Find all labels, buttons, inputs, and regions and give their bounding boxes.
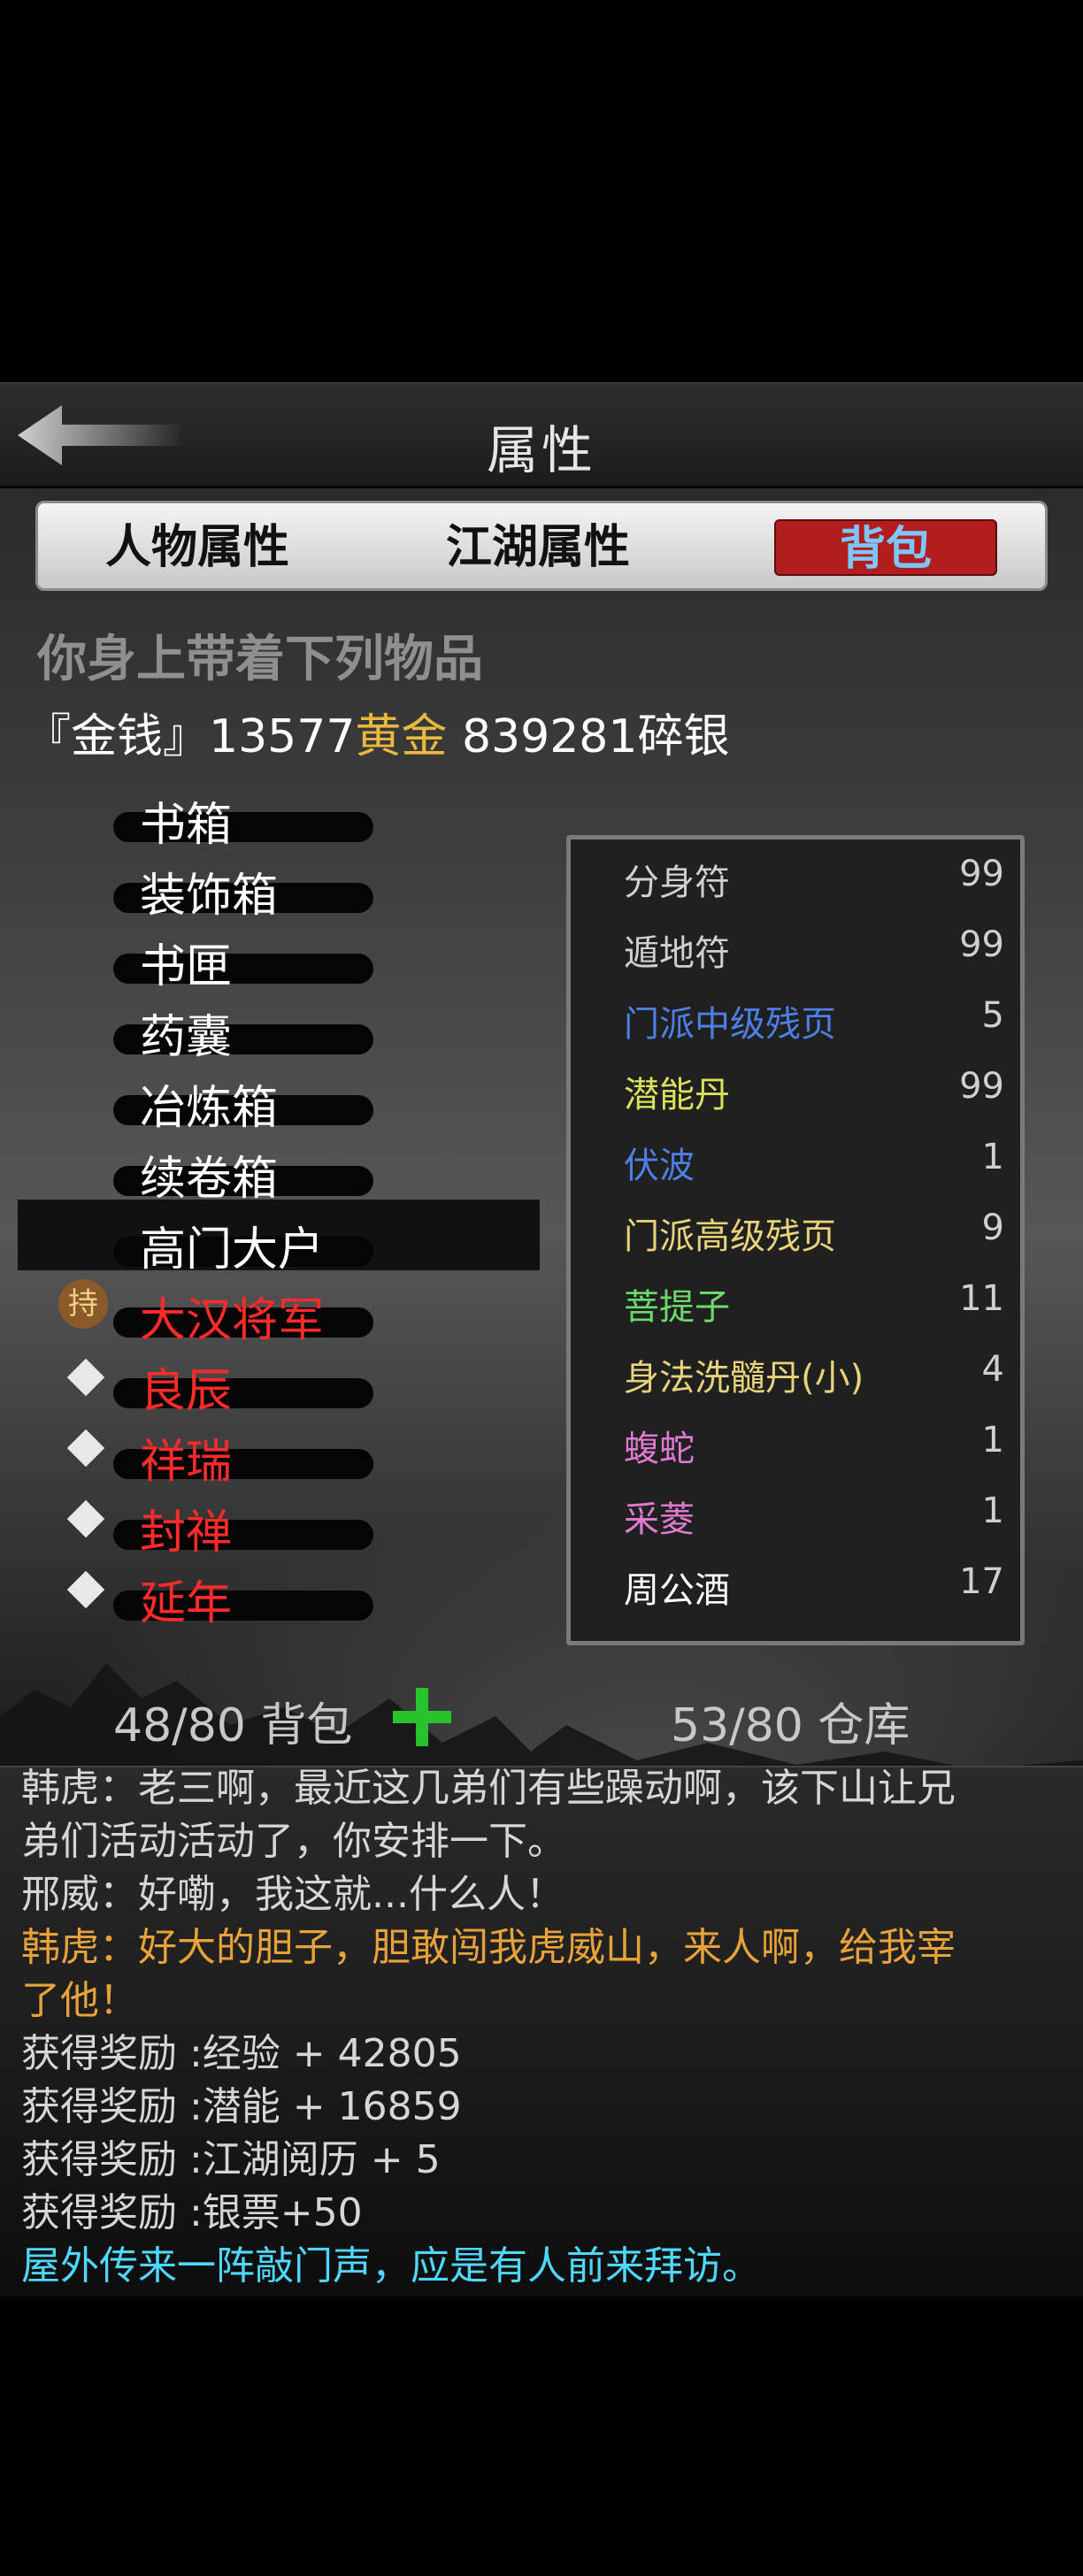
inventory-item[interactable]: 分身符 99: [624, 848, 1004, 903]
item-quantity: 99: [959, 854, 1004, 894]
inventory-item[interactable]: 门派高级残页 9: [624, 1202, 1004, 1257]
item-quantity: 11: [959, 1278, 1004, 1319]
category-item[interactable]: 书箱: [113, 794, 373, 852]
item-quantity: 99: [959, 1066, 1004, 1107]
category-item[interactable]: 药囊: [113, 1007, 373, 1064]
item-quantity: 1: [981, 1491, 1004, 1531]
gold-label: 黄金: [355, 710, 448, 763]
category-label: 祥瑞: [140, 1436, 233, 1489]
top-bar: 属性: [0, 382, 1083, 487]
money-prefix: 『金钱』13577: [25, 710, 356, 763]
inventory-item[interactable]: 遁地符 99: [624, 919, 1004, 974]
item-name: 遁地符: [624, 933, 730, 974]
inventory-item[interactable]: 潜能丹 99: [624, 1061, 1004, 1116]
expand-bag-button[interactable]: [393, 1688, 451, 1746]
category-label: 书匣: [140, 940, 233, 993]
message-log[interactable]: 韩虎：老三啊，最近这几弟们有些躁动啊，该下山让兄 弟们活动活动了，你安排一下。 邢威…: [0, 1766, 1083, 2296]
log-line: 获得奖励 :经验 + 42805: [21, 2031, 462, 2076]
category-item[interactable]: 高门大户: [113, 1219, 373, 1276]
tab-character-attributes[interactable]: 人物属性: [91, 519, 303, 576]
category-label: 大汉将军: [140, 1294, 325, 1347]
item-name: 身法洗髓丹(小): [624, 1358, 864, 1399]
category-item[interactable]: 延年: [113, 1573, 373, 1630]
category-item[interactable]: 冶炼箱: [113, 1077, 373, 1135]
item-quantity: 1: [981, 1137, 1004, 1177]
tab-bar: 人物属性 江湖属性 背包: [35, 501, 1048, 591]
tab-backpack[interactable]: 背包: [774, 519, 997, 576]
held-badge: 持: [58, 1279, 108, 1329]
category-label: 续卷箱: [140, 1153, 279, 1206]
category-label: 书箱: [140, 799, 233, 852]
item-quantity: 17: [959, 1561, 1004, 1602]
item-name: 伏波: [624, 1146, 695, 1186]
plus-icon-bar: [416, 1688, 428, 1746]
item-list[interactable]: 分身符 99 遁地符 99 门派中级残页 5 潜能丹 99 伏波 1 门派高级残页 9 菩提子 11 身法洗…: [566, 835, 1025, 1645]
category-label: 装饰箱: [140, 870, 279, 923]
item-name: 门派中级残页: [624, 1004, 836, 1045]
category-label: 药囊: [140, 1011, 233, 1064]
category-label: 良辰: [140, 1365, 233, 1418]
item-name: 分身符: [624, 862, 730, 903]
inventory-heading: 你身上带着下列物品: [37, 630, 483, 688]
item-name: 潜能丹: [624, 1075, 730, 1116]
log-line: 获得奖励 :潜能 + 16859: [21, 2084, 462, 2129]
category-label: 冶炼箱: [140, 1082, 279, 1135]
item-quantity: 5: [981, 995, 1004, 1036]
item-quantity: 99: [959, 924, 1004, 965]
log-line: 邢威：好嘞，我这就...什么人！: [21, 1872, 565, 1917]
bag-capacity: 48/80 背包: [113, 1699, 353, 1752]
item-quantity: 9: [981, 1208, 1004, 1248]
category-item[interactable]: 祥瑞: [113, 1431, 373, 1489]
log-line: 弟们活动活动了，你安排一下。: [21, 1819, 566, 1864]
category-item[interactable]: 装饰箱: [113, 865, 373, 923]
log-line: 屋外传来一阵敲门声，应是有人前来拜访。: [21, 2243, 761, 2288]
category-label: 高门大户: [140, 1223, 325, 1276]
log-line: 了他！: [21, 1978, 138, 2023]
log-line: 获得奖励 :江湖阅历 + 5: [21, 2137, 441, 2182]
item-name: 蝮蛇: [624, 1429, 695, 1469]
inventory-item[interactable]: 蝮蛇 1: [624, 1414, 1004, 1469]
inventory-item[interactable]: 门派中级残页 5: [624, 990, 1004, 1045]
inventory-item[interactable]: 菩提子 11: [624, 1273, 1004, 1328]
inventory-item[interactable]: 采菱 1: [624, 1485, 1004, 1540]
inventory-item[interactable]: 身法洗髓丹(小) 4: [624, 1344, 1004, 1399]
page-title: 属性: [486, 420, 596, 480]
log-line: 韩虎：老三啊，最近这几弟们有些躁动啊，该下山让兄: [21, 1766, 956, 1811]
inventory-item[interactable]: 伏波 1: [624, 1131, 1004, 1186]
item-name: 门派高级残页: [624, 1216, 836, 1257]
money-display: 『金钱』13577黄金 839281碎银: [25, 699, 729, 765]
tab-jianghu-attributes[interactable]: 江湖属性: [432, 519, 644, 576]
item-name: 采菱: [624, 1499, 695, 1540]
category-label: 延年: [140, 1577, 233, 1630]
log-line: 韩虎：好大的胆子，胆敢闯我虎威山，来人啊，给我宰: [21, 1925, 956, 1970]
storage-capacity[interactable]: 53/80 仓库: [671, 1688, 910, 1754]
log-line: 获得奖励 :银票+50: [21, 2190, 363, 2235]
item-name: 菩提子: [624, 1287, 730, 1328]
item-quantity: 1: [981, 1420, 1004, 1460]
category-item[interactable]: 续卷箱: [113, 1148, 373, 1206]
money-suffix: 839281碎银: [447, 710, 730, 763]
category-item[interactable]: 良辰: [113, 1361, 373, 1418]
item-name: 周公酒: [624, 1570, 730, 1611]
category-item[interactable]: 书匣: [113, 936, 373, 993]
category-label: 封禅: [140, 1506, 233, 1560]
category-item[interactable]: 大汉将军: [113, 1290, 373, 1347]
inventory-item[interactable]: 周公酒 17: [624, 1556, 1004, 1611]
item-quantity: 4: [981, 1349, 1004, 1390]
category-item[interactable]: 封禅: [113, 1502, 373, 1560]
